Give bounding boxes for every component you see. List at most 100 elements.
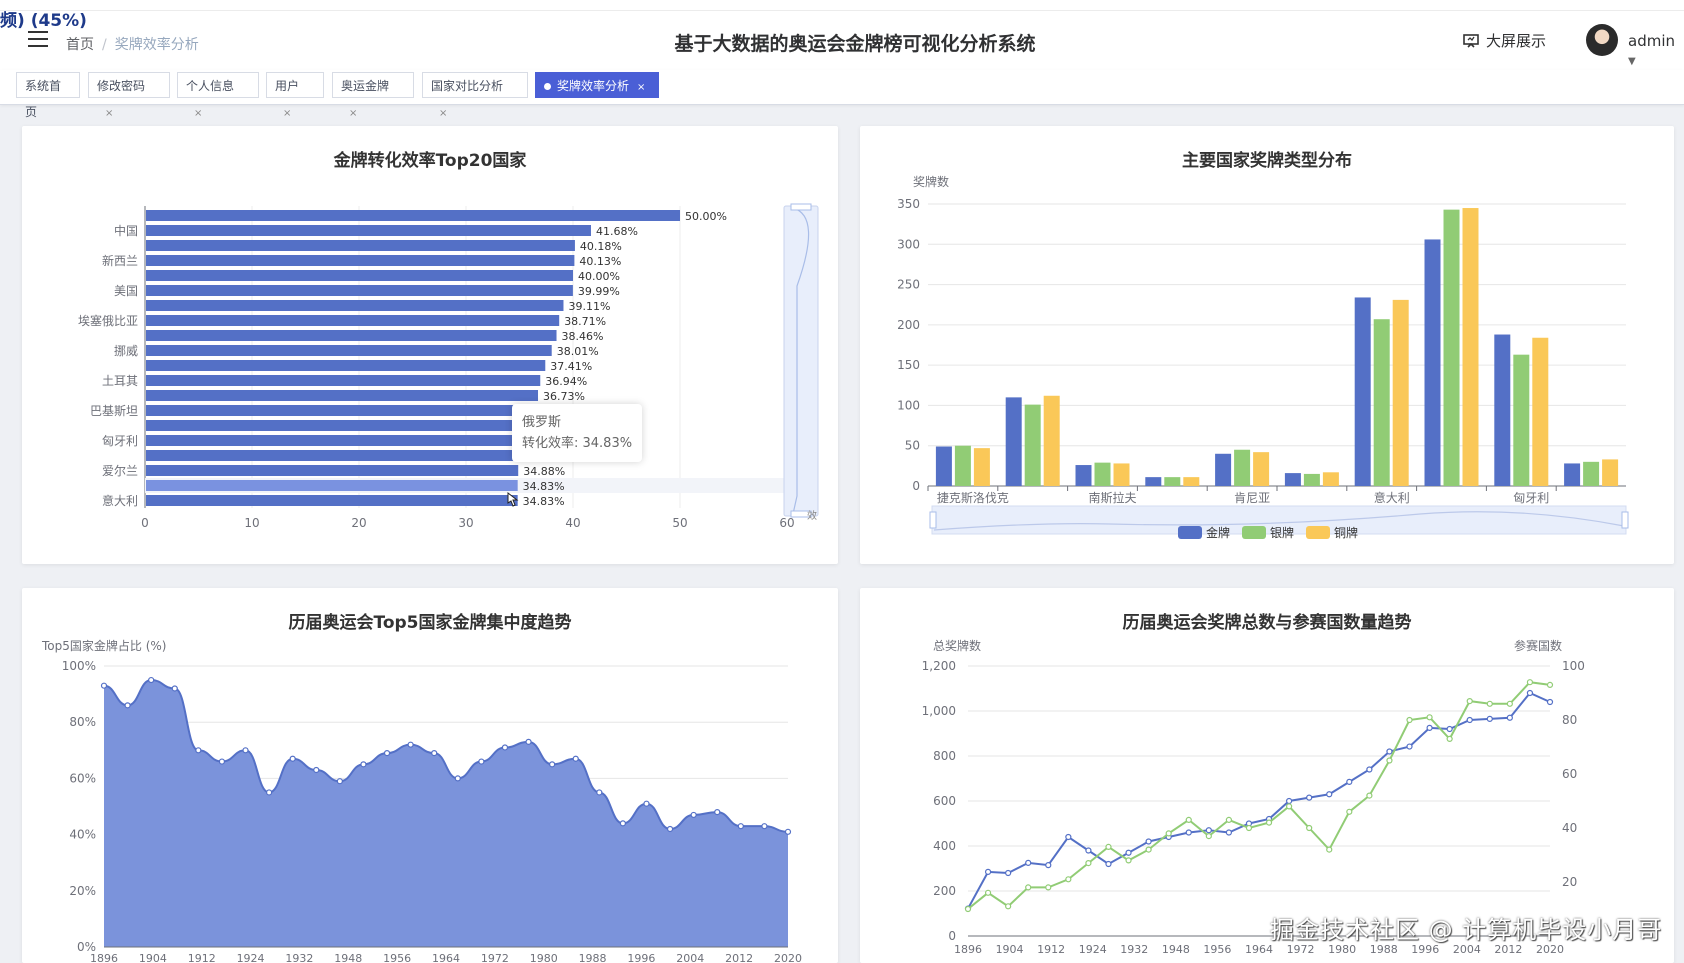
bar xyxy=(1424,239,1441,486)
data-label: 39.11% xyxy=(568,300,610,313)
x-tick-label: 匈牙利 xyxy=(1513,491,1549,505)
avatar[interactable] xyxy=(1586,24,1618,56)
bar xyxy=(1513,354,1530,486)
tab-label: 国家对比分析 xyxy=(431,79,504,93)
data-point xyxy=(1526,689,1534,697)
data-point xyxy=(784,828,792,835)
tab-country-compare[interactable]: 国家对比分析 × xyxy=(422,72,528,119)
y-tick-label: 60% xyxy=(69,771,96,785)
data-point xyxy=(1165,830,1172,837)
bar xyxy=(146,225,591,236)
x-tick-label: 1964 xyxy=(1245,943,1273,956)
data-label: 36.94% xyxy=(545,375,587,388)
tab-close-icon[interactable]: × xyxy=(105,108,113,119)
data-label: 36.73% xyxy=(543,390,585,403)
bar xyxy=(1183,477,1200,486)
y2-tick-label: 20 xyxy=(1562,875,1577,889)
data-point xyxy=(1506,714,1513,721)
data-point xyxy=(549,761,556,768)
tab-medal-efficiency[interactable]: 奖牌效率分析 × xyxy=(535,72,659,98)
tab-home[interactable]: 系统首页 xyxy=(16,72,80,119)
bar xyxy=(1094,462,1111,486)
tab-change-password[interactable]: 修改密码 × xyxy=(88,72,170,119)
y-tick-label: 中国 xyxy=(114,223,138,238)
data-point xyxy=(1506,700,1513,707)
series-line xyxy=(967,681,1551,910)
data-point xyxy=(1245,824,1253,832)
bar xyxy=(146,345,552,356)
bar xyxy=(146,285,573,296)
y-tick-label: 300 xyxy=(897,237,920,251)
data-point xyxy=(360,761,367,768)
data-point xyxy=(619,820,626,827)
bar xyxy=(1234,449,1251,486)
data-point xyxy=(1386,757,1393,764)
bar xyxy=(1583,461,1600,486)
bar xyxy=(1024,404,1041,486)
hamburger-menu-icon[interactable] xyxy=(28,31,48,49)
x-tick-label: 1948 xyxy=(1162,943,1190,956)
tab-label: 用户 xyxy=(275,79,300,93)
breadcrumb-home[interactable]: 首页 xyxy=(66,37,94,53)
data-point xyxy=(1205,833,1212,840)
bar xyxy=(1602,459,1619,486)
x-tick-label: 1964 xyxy=(432,952,460,963)
username: admin xyxy=(1628,32,1675,50)
tab-olympic-gold[interactable]: 奥运金牌 × xyxy=(332,72,414,119)
data-point xyxy=(1446,735,1453,742)
data-point xyxy=(1306,824,1313,832)
bar xyxy=(1164,477,1181,486)
data-label: 34.88% xyxy=(523,465,565,478)
data-point xyxy=(1265,819,1273,826)
chart-card-medal-trend: 历届奥运会奖牌总数与参赛国数量趋势 总奖牌数 参赛国数 0 200 400 600 800 1… xyxy=(860,588,1674,963)
x-tick-label: 1896 xyxy=(90,952,118,963)
bar xyxy=(146,375,541,386)
x-tick-label: 20 xyxy=(351,516,366,530)
data-point xyxy=(964,905,972,913)
tab-close-icon[interactable]: × xyxy=(349,108,357,119)
datazoom-label: 效 xyxy=(807,509,817,522)
tab-profile[interactable]: 个人信息 × xyxy=(177,72,259,119)
tab-close-icon[interactable]: × xyxy=(194,108,202,119)
data-point xyxy=(1526,679,1534,686)
bar xyxy=(146,420,531,431)
user-menu[interactable]: admin ▼ xyxy=(1628,32,1684,68)
y-tick-label: 100 xyxy=(897,398,920,412)
caret-down-icon: ▼ xyxy=(1628,56,1636,67)
y-tick-label: 50 xyxy=(905,439,920,453)
x-tick-label: 1924 xyxy=(237,952,265,963)
x-tick-label: 10 xyxy=(244,516,259,530)
bar xyxy=(146,210,680,221)
overlay-progress-text: 频) (45%) xyxy=(0,11,87,31)
data-point xyxy=(1045,884,1052,891)
bar xyxy=(1322,472,1339,486)
y-tick-label: 美国 xyxy=(114,284,138,298)
datazoom-slider xyxy=(783,205,819,517)
x-tick-label: 1904 xyxy=(996,943,1024,956)
tab-close-icon[interactable]: × xyxy=(637,82,645,93)
data-point xyxy=(1085,860,1092,867)
medal-trend-chart: 总奖牌数 参赛国数 0 200 400 600 800 1,000 1,200 20 40 60 80 1… xyxy=(922,638,1585,956)
data-point xyxy=(1366,792,1373,799)
y-tick-label: 埃塞俄比亚 xyxy=(78,313,138,328)
tab-close-icon[interactable]: × xyxy=(439,108,447,119)
bigscreen-button[interactable]: 大屏展示 xyxy=(1462,30,1546,51)
tab-close-icon[interactable]: × xyxy=(283,108,291,119)
x-tick-label: 50 xyxy=(672,516,687,530)
datazoom-handle-right xyxy=(1621,511,1629,529)
breadcrumb-separator: / xyxy=(102,37,107,53)
y-tick-label: 0 xyxy=(912,479,920,493)
app-title: 基于大数据的奥运会金牌榜可视化分析系统 xyxy=(674,33,1036,55)
x-tick-label: 40 xyxy=(565,516,580,530)
breadcrumb: 首页 / 奖牌效率分析 xyxy=(66,34,199,54)
data-point xyxy=(1225,816,1232,823)
breadcrumb-current: 奖牌效率分析 xyxy=(114,37,199,53)
data-label: 34.83% xyxy=(523,495,565,508)
data-point xyxy=(1546,681,1554,689)
data-point xyxy=(1145,846,1152,853)
tab-user[interactable]: 用户 × xyxy=(266,72,324,119)
data-point xyxy=(1105,860,1112,868)
bar xyxy=(146,255,575,266)
legend-swatch xyxy=(1242,526,1266,539)
x-tick-label: 意大利 xyxy=(1374,490,1410,505)
